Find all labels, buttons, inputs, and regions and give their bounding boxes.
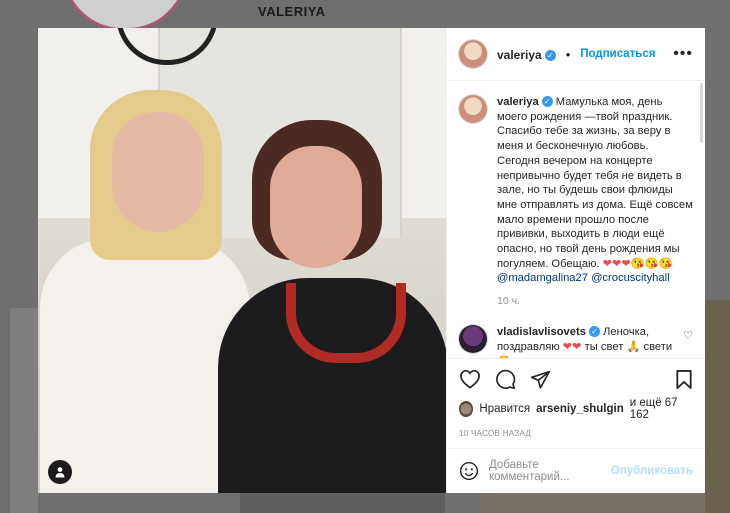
background-profile-avatar	[62, 0, 188, 31]
share-icon[interactable]	[530, 369, 551, 390]
comment-emoji: 😍	[497, 356, 511, 358]
separator-dot: •	[565, 46, 571, 62]
likes-summary[interactable]: Нравится arseniy_shulgin и ещё 67 162	[459, 397, 693, 421]
comments-scrollbar[interactable]	[700, 83, 703, 143]
caption-text: valeriya ✓ Мамулька моя, день моего рожде…	[497, 95, 693, 286]
publish-button[interactable]: Опубликовать	[611, 465, 693, 477]
comments-list[interactable]: valeriya ✓ Мамулька моя, день моего рожде…	[447, 81, 705, 358]
comment-body-3: свети	[643, 340, 673, 353]
comment-emoji: 🙏	[626, 340, 641, 353]
user-tag-icon[interactable]	[48, 460, 72, 484]
avatar	[459, 401, 474, 417]
post-header: valeriya ✓ • Подписаться •••	[447, 28, 705, 81]
smiley-icon[interactable]	[459, 461, 479, 481]
caption-time[interactable]: 10 ч.	[497, 295, 693, 307]
post-timestamp[interactable]: 10 ЧАСОВ НАЗАД	[459, 429, 693, 448]
mention-link[interactable]: @madamgalina27	[497, 272, 588, 284]
likes-count[interactable]: и ещё 67 162	[630, 397, 693, 421]
heart-icon[interactable]	[459, 369, 481, 389]
avatar[interactable]	[459, 40, 487, 68]
post-actions: Нравится arseniy_shulgin и ещё 67 162 10…	[447, 358, 705, 448]
caption-emojis: ❤❤❤😘😘😘	[602, 257, 673, 270]
background-thumbnail	[10, 308, 38, 513]
comment-body-2: ты свет	[584, 340, 624, 353]
add-comment-bar: Добавьте комментарий... Опубликовать	[447, 448, 705, 493]
verified-badge-icon: ✓	[588, 326, 600, 338]
more-options-icon[interactable]: •••	[673, 45, 693, 63]
photo-necklace	[286, 283, 406, 363]
likes-username[interactable]: arseniy_shulgin	[536, 403, 624, 415]
bookmark-icon[interactable]	[675, 369, 693, 390]
caption: valeriya ✓ Мамулька моя, день моего рожде…	[459, 95, 693, 307]
photo-person-left-face	[112, 112, 204, 232]
comment-input[interactable]: Добавьте комментарий...	[489, 459, 601, 483]
comment-text: vladislavlisovets ✓ Леночка, поздравляю ❤…	[497, 325, 673, 358]
photo-person-right-face	[270, 146, 362, 268]
comment-icon[interactable]	[495, 369, 516, 390]
mention-link[interactable]: @crocuscityhall	[591, 272, 670, 284]
comment-hearts: ❤❤	[562, 340, 582, 353]
action-icons	[459, 367, 693, 391]
post-sidebar: valeriya ✓ • Подписаться ••• valeriya ✓ Ма…	[446, 28, 705, 493]
verified-badge-icon: ✓	[541, 96, 553, 107]
post-photo[interactable]	[38, 28, 446, 493]
background-profile-username: VALERIYA	[258, 4, 326, 19]
comment-like-icon[interactable]: ♡	[683, 325, 693, 358]
comment-username[interactable]: vladislavlisovets	[497, 326, 586, 338]
avatar[interactable]	[459, 95, 487, 123]
verified-badge-icon: ✓	[544, 49, 556, 61]
follow-button[interactable]: Подписаться	[580, 48, 655, 60]
caption-username[interactable]: valeriya	[497, 96, 539, 108]
background-thumbnail	[480, 493, 705, 513]
background-thumbnail	[240, 493, 445, 513]
caption-body: Мамулька моя, день моего рождения —твой …	[497, 96, 693, 270]
header-username[interactable]: valeriya ✓	[497, 47, 556, 62]
background-thumbnail	[704, 300, 730, 513]
post-modal: valeriya ✓ • Подписаться ••• valeriya ✓ Ма…	[38, 28, 705, 493]
avatar[interactable]	[459, 325, 487, 354]
likes-prefix: Нравится	[479, 403, 531, 415]
comment-item: vladislavlisovets ✓ Леночка, поздравляю ❤…	[459, 325, 693, 358]
